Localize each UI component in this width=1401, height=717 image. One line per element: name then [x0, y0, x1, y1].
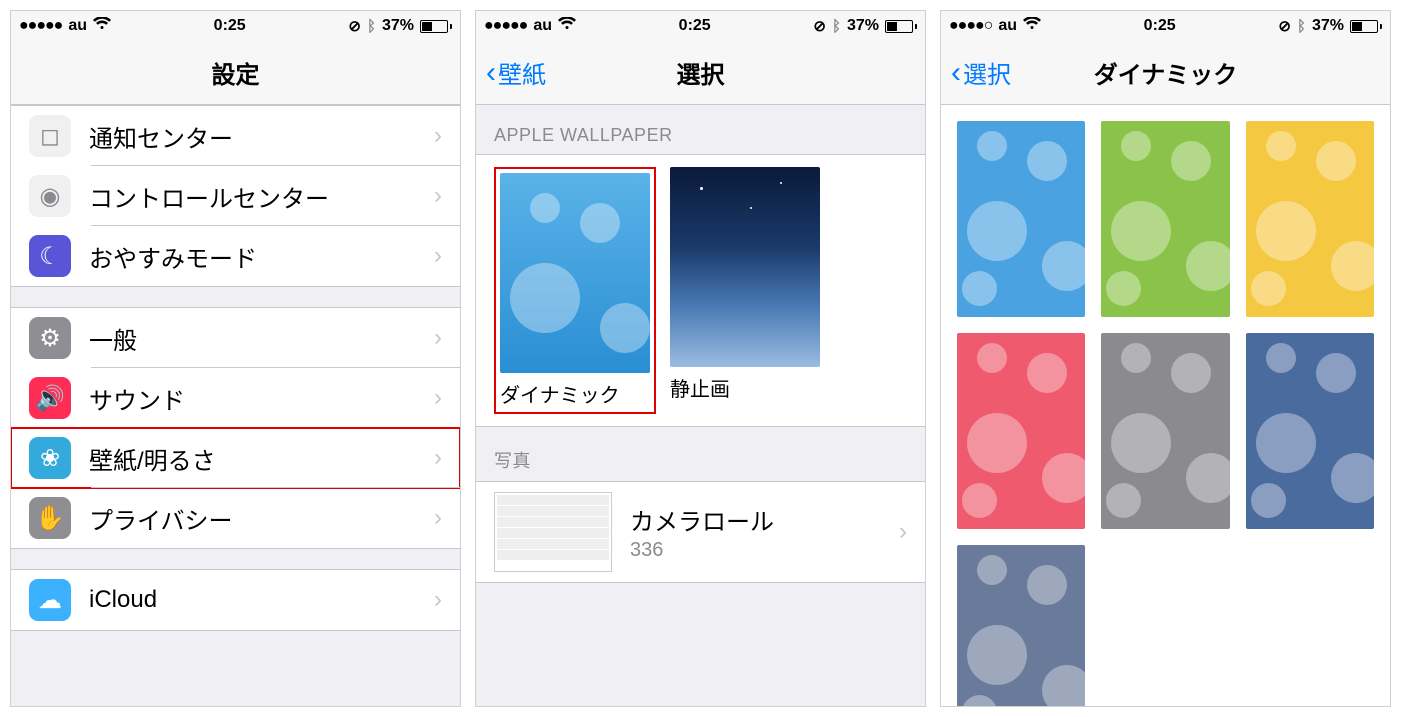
privacy-icon: ✋ [29, 497, 71, 539]
battery-pct: 37% [382, 17, 414, 35]
settings-row-control-center[interactable]: ◉ コントロールセンター› [11, 166, 460, 226]
settings-row-do-not-disturb[interactable]: ☾ おやすみモード› [11, 226, 460, 286]
sounds-icon: 🔊 [29, 377, 71, 419]
row-label: サウンド [89, 381, 434, 416]
static-label: 静止画 [670, 373, 820, 402]
settings-row-icloud[interactable]: ☁ iCloud› [11, 570, 460, 630]
camera-roll-count: 336 [630, 539, 899, 562]
wallpaper-slate[interactable] [957, 545, 1085, 706]
wallpaper-yellow[interactable] [1246, 121, 1374, 317]
static-wallpaper-option[interactable]: 静止画 [670, 167, 820, 414]
icloud-icon: ☁ [29, 579, 71, 621]
chevron-right-icon: › [434, 122, 442, 150]
settings-row-general[interactable]: ⚙ 一般› [11, 308, 460, 368]
status-bar: ●●●●● au 0:25 ⊘ ᛒ 37% [11, 11, 460, 41]
battery-icon [420, 20, 452, 33]
wallpaper-dark-blue[interactable] [1246, 333, 1374, 529]
rotation-lock-icon: ⊘ [348, 17, 361, 35]
battery-pct: 37% [847, 17, 879, 35]
page-title: ダイナミック [1094, 55, 1238, 90]
chevron-right-icon: › [434, 182, 442, 210]
wifi-icon [1023, 17, 1041, 36]
row-label: iCloud [89, 586, 434, 614]
settings-list[interactable]: ◻通知センター›◉コントロールセンター›☾おやすみモード› ⚙一般›🔊サウンド›… [11, 105, 460, 706]
bluetooth-icon: ᛒ [832, 18, 841, 35]
settings-screen: ●●●●● au 0:25 ⊘ ᛒ 37% 設定 ◻通知センター›◉コントロール… [10, 10, 461, 707]
wifi-icon [558, 17, 576, 36]
wallpaper-brightness-icon: ❀ [29, 437, 71, 479]
chevron-right-icon: › [434, 324, 442, 352]
chevron-right-icon: › [434, 444, 442, 472]
row-label: 壁紙/明るさ [89, 441, 434, 476]
dynamic-thumbnail [500, 173, 650, 373]
chevron-right-icon: › [899, 518, 907, 546]
chevron-left-icon: ‹ [486, 56, 496, 90]
row-label: コントロールセンター [89, 179, 434, 214]
signal-dots: ●●●●○ [949, 17, 992, 35]
nav-bar: ‹ 選択 ダイナミック [941, 41, 1390, 105]
carrier-label: au [68, 17, 87, 35]
carrier-label: au [533, 17, 552, 35]
chevron-right-icon: › [434, 504, 442, 532]
dynamic-wallpaper-option[interactable]: ダイナミック [494, 167, 656, 414]
rotation-lock-icon: ⊘ [813, 17, 826, 35]
rotation-lock-icon: ⊘ [1278, 17, 1291, 35]
back-label: 壁紙 [498, 55, 546, 90]
page-title: 選択 [677, 55, 725, 90]
chevron-right-icon: › [434, 586, 442, 614]
clock: 0:25 [214, 17, 246, 35]
dynamic-label: ダイナミック [500, 379, 650, 408]
wallpaper-red[interactable] [957, 333, 1085, 529]
control-center-icon: ◉ [29, 175, 71, 217]
status-bar: ●●●●● au 0:25 ⊘ ᛒ 37% [476, 11, 925, 41]
clock: 0:25 [679, 17, 711, 35]
settings-row-wallpaper-brightness[interactable]: ❀ 壁紙/明るさ› [11, 428, 460, 488]
clock: 0:25 [1144, 17, 1176, 35]
row-label: おやすみモード [89, 239, 434, 274]
settings-row-privacy[interactable]: ✋ プライバシー› [11, 488, 460, 548]
page-title: 設定 [212, 55, 260, 90]
do-not-disturb-icon: ☾ [29, 235, 71, 277]
row-label: プライバシー [89, 501, 434, 536]
settings-row-sounds[interactable]: 🔊 サウンド› [11, 368, 460, 428]
carrier-label: au [998, 17, 1017, 35]
chevron-right-icon: › [434, 384, 442, 412]
bluetooth-icon: ᛒ [1297, 18, 1306, 35]
apple-wallpaper-header: APPLE WALLPAPER [476, 105, 925, 154]
back-button[interactable]: ‹ 壁紙 [486, 55, 546, 90]
signal-dots: ●●●●● [484, 17, 527, 35]
battery-icon [1350, 20, 1382, 33]
nav-bar: ‹ 壁紙 選択 [476, 41, 925, 105]
battery-icon [885, 20, 917, 33]
chevron-right-icon: › [434, 242, 442, 270]
camera-roll-label: カメラロール [630, 502, 899, 537]
wallpaper-green[interactable] [1101, 121, 1229, 317]
settings-row-notification-center[interactable]: ◻ 通知センター› [11, 106, 460, 166]
bluetooth-icon: ᛒ [367, 18, 376, 35]
row-label: 通知センター [89, 119, 434, 154]
general-icon: ⚙ [29, 317, 71, 359]
static-thumbnail [670, 167, 820, 367]
wallpaper-grid [941, 105, 1390, 706]
status-bar: ●●●●○ au 0:25 ⊘ ᛒ 37% [941, 11, 1390, 41]
photos-header: 写真 [476, 427, 925, 481]
notification-center-icon: ◻ [29, 115, 71, 157]
camera-roll-row[interactable]: カメラロール 336 › [476, 482, 925, 582]
nav-bar: 設定 [11, 41, 460, 105]
signal-dots: ●●●●● [19, 17, 62, 35]
row-label: 一般 [89, 321, 434, 356]
wallpaper-select-screen: ●●●●● au 0:25 ⊘ ᛒ 37% ‹ 壁紙 選択 APPLE WALL… [475, 10, 926, 707]
wifi-icon [93, 17, 111, 36]
battery-pct: 37% [1312, 17, 1344, 35]
dynamic-wallpaper-screen: ●●●●○ au 0:25 ⊘ ᛒ 37% ‹ 選択 ダイナミック [940, 10, 1391, 707]
wallpaper-blue[interactable] [957, 121, 1085, 317]
chevron-left-icon: ‹ [951, 56, 961, 90]
wallpaper-gray[interactable] [1101, 333, 1229, 529]
back-button[interactable]: ‹ 選択 [951, 55, 1011, 90]
back-label: 選択 [963, 55, 1011, 90]
camera-roll-thumbnail [494, 492, 612, 572]
